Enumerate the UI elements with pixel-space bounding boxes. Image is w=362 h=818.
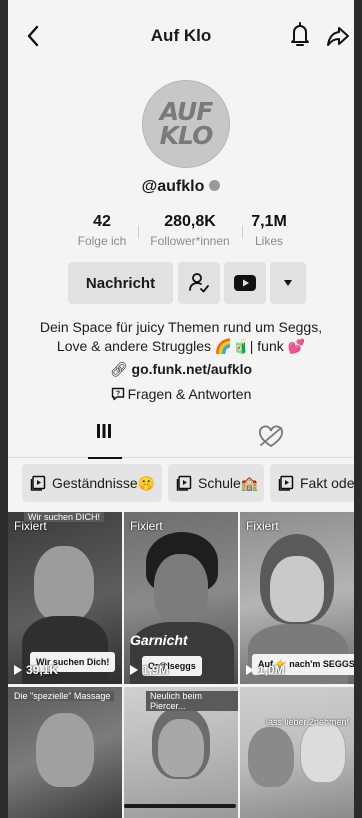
thumbnail-image bbox=[154, 554, 208, 624]
divider bbox=[138, 226, 139, 238]
share-icon[interactable] bbox=[326, 22, 350, 50]
video-grid: Wir suchen DICH! Fixiert Wir suchen Dich… bbox=[8, 512, 354, 818]
video-thumbnail[interactable]: Die "spezielle" Massage bbox=[8, 687, 122, 818]
thumbnail-image bbox=[300, 721, 346, 783]
profile-bio: Dein Space für juicy Themen rund um Segg… bbox=[39, 319, 323, 354]
video-caption: Die "spezielle" Massage bbox=[10, 691, 115, 701]
youtube-icon bbox=[234, 275, 256, 291]
pinned-label: Fixiert bbox=[246, 519, 279, 533]
person-check-icon bbox=[189, 273, 209, 293]
playlist-chip[interactable]: Geständnisse🤫 bbox=[22, 464, 162, 502]
playlist-icon bbox=[30, 475, 46, 491]
thumbnail-image bbox=[158, 719, 204, 777]
stat-following[interactable]: 42 Folge ich bbox=[70, 213, 134, 248]
link-icon: 🔗︎ bbox=[109, 361, 132, 377]
video-overlay-text: Garnicht bbox=[130, 632, 188, 648]
video-caption: lass lieber 2nehmen! bbox=[266, 717, 350, 727]
verified-badge-icon bbox=[209, 180, 221, 192]
svg-text:?: ? bbox=[115, 391, 119, 398]
playlist-chips: Geständnisse🤫 Schule🏫 Fakt oder F bbox=[8, 464, 354, 504]
app-screen: Auf Klo AUF KLO @aufklo 42 Folge ich 280… bbox=[8, 0, 354, 818]
bell-icon[interactable] bbox=[288, 20, 312, 50]
avatar[interactable]: AUF KLO bbox=[142, 80, 230, 168]
top-bar: Auf Klo bbox=[8, 0, 354, 70]
video-caption: Neulich beim Piercer... bbox=[146, 691, 238, 711]
qa-link[interactable]: ? Fragen & Antworten bbox=[8, 386, 354, 402]
avatar-logo: AUF KLO bbox=[159, 97, 214, 150]
youtube-button[interactable] bbox=[224, 262, 266, 304]
question-icon: ? bbox=[111, 387, 124, 401]
playlist-icon bbox=[176, 475, 192, 491]
thumbnail-image bbox=[34, 546, 94, 622]
tab-videos[interactable] bbox=[60, 424, 148, 459]
pinned-label: Fixiert bbox=[130, 519, 163, 533]
video-thumbnail[interactable]: Wir suchen DICH! Fixiert Wir suchen Dich… bbox=[8, 512, 122, 684]
home-indicator bbox=[124, 804, 236, 808]
stat-followers[interactable]: 280,8K Follower*innen bbox=[142, 213, 238, 248]
playlist-icon bbox=[278, 475, 294, 491]
caret-down-icon bbox=[284, 280, 292, 286]
pinned-label: Fixiert bbox=[14, 519, 47, 533]
play-icon bbox=[130, 665, 138, 675]
playlist-chip[interactable]: Schule🏫 bbox=[168, 464, 264, 502]
message-button[interactable]: Nachricht bbox=[68, 262, 173, 304]
divider bbox=[242, 226, 243, 238]
thumbnail-image bbox=[248, 727, 294, 787]
follow-status-button[interactable] bbox=[178, 262, 220, 304]
active-tab-indicator bbox=[88, 457, 122, 459]
stat-likes[interactable]: 7,1M Likes bbox=[246, 213, 292, 248]
thumbnail-image bbox=[36, 713, 94, 787]
playlist-chip[interactable]: Fakt oder F bbox=[270, 464, 354, 502]
view-count: 39,1K bbox=[14, 663, 58, 677]
view-count: 1,0M bbox=[246, 663, 285, 677]
play-icon bbox=[14, 665, 22, 675]
thumbnail-image bbox=[270, 556, 324, 622]
bio-link[interactable]: 🔗︎ go.funk.net/aufklo bbox=[8, 361, 354, 378]
video-thumbnail[interactable]: lass lieber 2nehmen! bbox=[240, 687, 354, 818]
grid-icon bbox=[97, 424, 111, 438]
heart-hidden-icon[interactable] bbox=[256, 424, 286, 450]
play-icon bbox=[246, 665, 254, 675]
content-tabs bbox=[8, 416, 354, 459]
profile-stats: 42 Folge ich 280,8K Follower*innen 7,1M … bbox=[8, 213, 354, 253]
username-handle: @aufklo bbox=[8, 178, 354, 196]
video-thumbnail[interactable]: Fixiert Garnicht Or@lseggs 1,9M bbox=[124, 512, 238, 684]
view-count: 1,9M bbox=[130, 663, 169, 677]
video-thumbnail[interactable]: Neulich beim Piercer... bbox=[124, 687, 238, 818]
video-thumbnail[interactable]: Fixiert Auf 👉 nach'm SEGGS 1,0M bbox=[240, 512, 354, 684]
more-options-button[interactable] bbox=[270, 262, 306, 304]
